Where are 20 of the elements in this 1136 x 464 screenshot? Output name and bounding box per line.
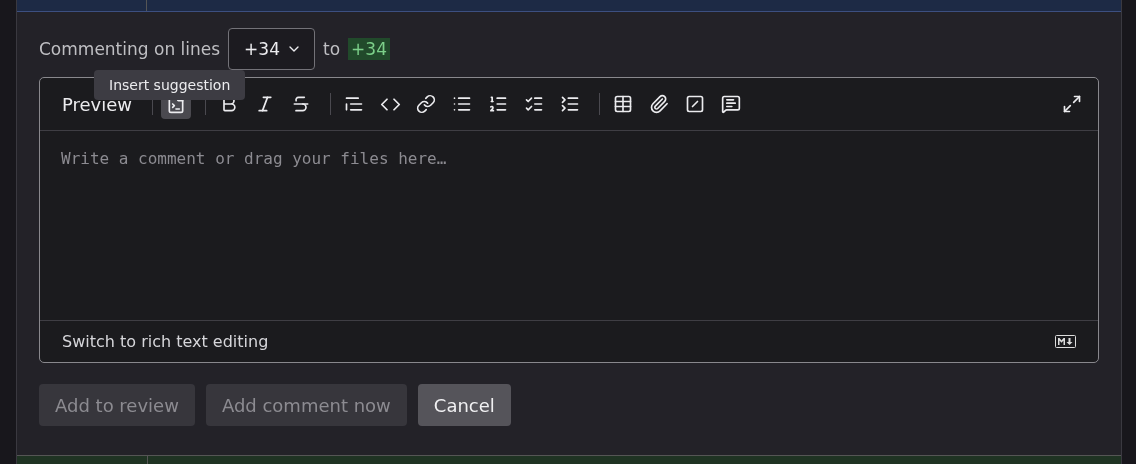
tooltip: Insert suggestion <box>94 70 246 100</box>
paperclip-icon <box>649 94 670 114</box>
quote-icon <box>344 94 365 114</box>
table-icon <box>613 94 634 114</box>
comment-input-field[interactable]: Write a comment or drag your files here… <box>40 131 1098 321</box>
action-button[interactable]: Cancel <box>417 384 511 426</box>
start-line-select[interactable]: +34 <box>228 28 315 70</box>
task-list-icon <box>524 94 545 114</box>
slash-icon <box>685 94 706 114</box>
expand-icon <box>1062 94 1082 114</box>
collapsible-list-icon <box>560 94 581 114</box>
end-line-label: +34 <box>348 38 390 60</box>
numbered-list-icon <box>488 94 509 114</box>
rich-text-link[interactable]: Switch to rich text editing <box>62 332 269 351</box>
commenting-label: Commenting on lines <box>39 39 221 59</box>
markdown-icon <box>1055 335 1076 348</box>
bullet-list-icon <box>452 94 473 114</box>
comment-icon <box>721 94 742 114</box>
to-label: to <box>323 39 341 59</box>
link-icon <box>416 94 437 114</box>
